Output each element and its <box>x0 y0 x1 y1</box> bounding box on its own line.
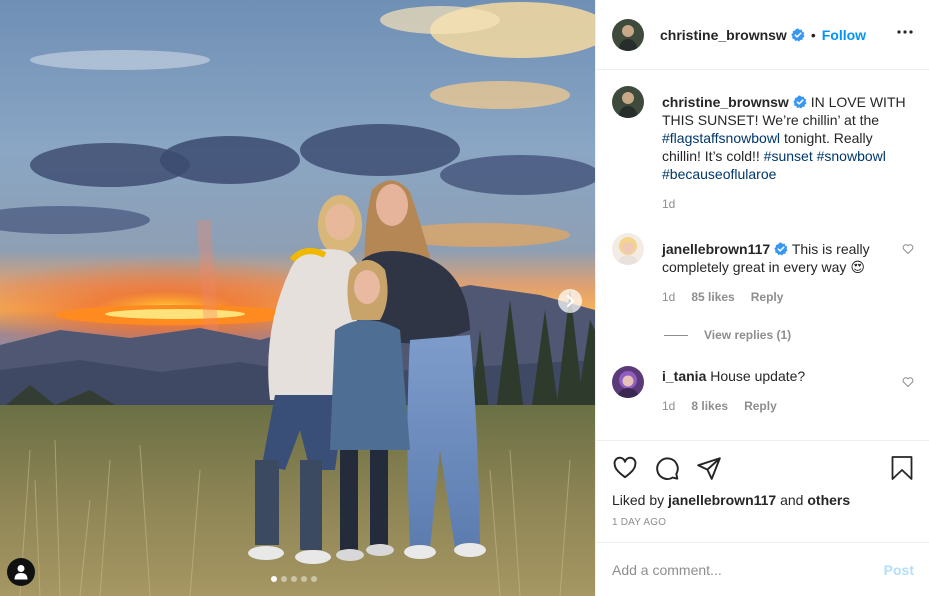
carousel-dot <box>271 576 277 582</box>
header-separator: • <box>810 26 816 43</box>
carousel-dot <box>291 576 297 582</box>
add-comment-bar: Post <box>596 542 929 596</box>
post-comment-button[interactable]: Post <box>884 562 914 578</box>
share-button[interactable] <box>696 455 722 481</box>
comment-username[interactable]: janellebrown117 <box>662 241 770 257</box>
caption-avatar[interactable] <box>612 86 644 118</box>
verified-badge-icon <box>774 242 788 256</box>
comment-username[interactable]: i_tania <box>662 368 706 384</box>
liked-by: Liked by janellebrown117 and others <box>612 491 914 509</box>
post-header: christine_brownsw • Follow <box>596 0 929 70</box>
next-photo-button[interactable] <box>558 289 582 313</box>
comments-list[interactable]: christine_brownsw IN LOVE WITH THIS SUNS… <box>596 70 929 440</box>
hashtag-link[interactable]: #becauseoflularoe <box>662 166 776 182</box>
heart-eyes-emoji: 😍 <box>850 259 865 275</box>
instagram-post: christine_brownsw • Follow christine_bro… <box>0 0 929 596</box>
carousel-indicator <box>271 576 317 582</box>
view-replies-button[interactable]: View replies (1) <box>664 328 914 342</box>
reply-button[interactable]: Reply <box>744 399 777 413</box>
hashtag-link[interactable]: #flagstaffsnowbowl <box>662 130 780 146</box>
author-avatar[interactable] <box>612 18 644 51</box>
tagged-users-button[interactable] <box>7 558 35 586</box>
caption-username[interactable]: christine_brownsw <box>662 94 789 110</box>
like-button[interactable] <box>612 455 638 481</box>
follow-button[interactable]: Follow <box>822 27 866 43</box>
comment-text: i_tania House update? <box>662 367 910 385</box>
heart-icon <box>613 456 637 479</box>
comment-likes[interactable]: 85 likes <box>691 290 734 304</box>
post-sidebar: christine_brownsw • Follow christine_bro… <box>595 0 929 596</box>
carousel-dot <box>311 576 317 582</box>
post-actions: Liked by janellebrown117 and others 1 DA… <box>596 440 929 528</box>
heart-icon[interactable] <box>902 376 914 388</box>
view-replies-label: View replies (1) <box>704 328 792 342</box>
comment-meta: 1d 8 likes Reply <box>662 399 910 413</box>
comment-likes[interactable]: 8 likes <box>691 399 728 413</box>
commenter-avatar[interactable] <box>612 366 644 398</box>
liked-by-connector: and <box>780 492 804 508</box>
comment-time[interactable]: 1d <box>662 399 675 413</box>
reply-button[interactable]: Reply <box>751 290 784 304</box>
carousel-dot <box>281 576 287 582</box>
comment-body: janellebrown117 This is really completel… <box>662 240 910 304</box>
more-options-icon[interactable] <box>897 24 913 40</box>
comment-body: i_tania House update? 1d 8 likes Reply <box>662 367 910 413</box>
comment-text: janellebrown117 This is really completel… <box>662 240 910 276</box>
caption: christine_brownsw IN LOVE WITH THIS SUNS… <box>612 86 914 211</box>
hashtag-link[interactable]: #sunset <box>764 148 813 164</box>
bookmark-icon <box>891 456 913 480</box>
post-timestamp[interactable]: 1 DAY AGO <box>612 517 914 528</box>
carousel-dot <box>301 576 307 582</box>
comment-input[interactable] <box>612 561 884 578</box>
user-tag-icon <box>14 565 28 580</box>
caption-time[interactable]: 1d <box>662 197 675 211</box>
sunset-photo <box>0 0 595 596</box>
comment-item: janellebrown117 This is really completel… <box>612 233 914 304</box>
verified-badge-icon <box>791 28 805 41</box>
verified-badge-icon <box>793 95 807 109</box>
comment-item: i_tania House update? 1d 8 likes Reply <box>612 366 914 413</box>
comment-message: House update? <box>710 368 806 384</box>
commenter-avatar[interactable] <box>612 233 644 265</box>
save-button[interactable] <box>890 455 914 481</box>
liked-by-prefix: Liked by <box>612 492 665 508</box>
heart-icon[interactable] <box>902 243 914 255</box>
caption-meta: 1d <box>662 197 910 211</box>
liked-by-others[interactable]: others <box>807 492 850 508</box>
chevron-right-icon <box>567 295 575 307</box>
caption-body: christine_brownsw IN LOVE WITH THIS SUNS… <box>662 93 910 211</box>
action-icons <box>612 441 914 493</box>
comment-time[interactable]: 1d <box>662 290 675 304</box>
author-username[interactable]: christine_brownsw <box>660 27 787 43</box>
comment-meta: 1d 85 likes Reply <box>662 290 910 304</box>
liked-by-user[interactable]: janellebrown117 <box>668 492 776 508</box>
share-icon <box>697 457 721 480</box>
caption-text: christine_brownsw IN LOVE WITH THIS SUNS… <box>662 93 910 183</box>
post-photo[interactable] <box>0 0 595 596</box>
comment-button[interactable] <box>654 455 680 481</box>
hashtag-link[interactable]: #snowbowl <box>817 148 886 164</box>
replies-divider <box>664 334 688 336</box>
comment-icon <box>656 457 679 480</box>
